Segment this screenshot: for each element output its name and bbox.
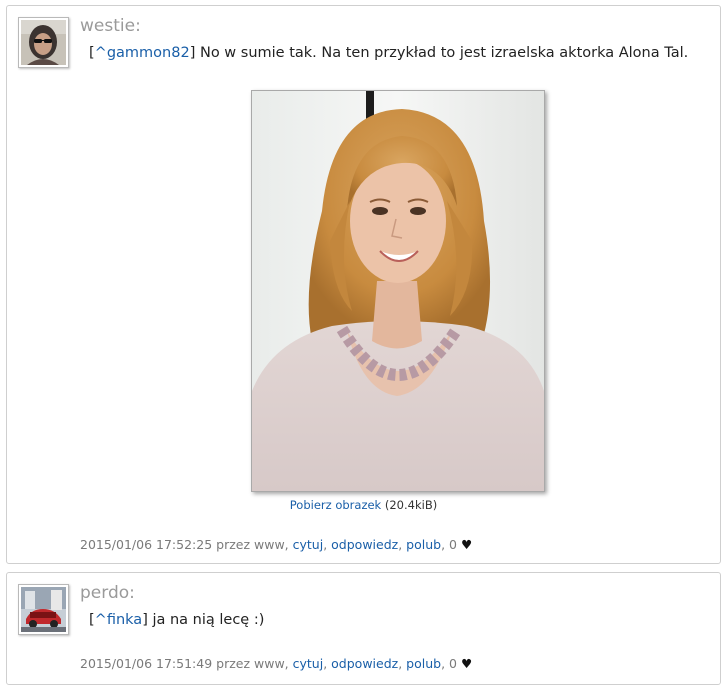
- avatar[interactable]: [18, 584, 69, 635]
- file-size: (20.4kiB): [381, 498, 438, 512]
- post-message: No w sumie tak. Na ten przykład to jest …: [195, 45, 689, 61]
- attached-image[interactable]: [251, 90, 545, 492]
- avatar[interactable]: [18, 17, 69, 68]
- post-meta: 2015/01/06 17:52:25 przez www, cytuj, od…: [80, 537, 473, 552]
- download-info: Pobierz obrazek (20.4kiB): [7, 498, 720, 512]
- heart-icon: ♥: [460, 537, 473, 552]
- mention-link[interactable]: ^finka: [95, 612, 143, 628]
- comment-post: westie: [^gammon82] No w sumie tak. Na t…: [6, 5, 721, 564]
- post-date: 2015/01/06 17:52:25 przez www,: [80, 537, 293, 552]
- photo-portrait-icon: [252, 91, 544, 491]
- quote-link[interactable]: cytuj: [293, 537, 324, 552]
- quote-link[interactable]: cytuj: [293, 656, 324, 671]
- like-count: 0: [449, 656, 457, 671]
- post-text: [^finka] ja na nią lecę :): [89, 612, 265, 628]
- user-avatar-icon: [21, 20, 66, 65]
- reply-link[interactable]: odpowiedz: [331, 656, 398, 671]
- download-image-link[interactable]: Pobierz obrazek: [290, 498, 381, 512]
- like-count: 0: [449, 537, 457, 552]
- like-link[interactable]: polub: [406, 537, 441, 552]
- post-date: 2015/01/06 17:51:49 przez www,: [80, 656, 293, 671]
- user-avatar-icon: [21, 587, 66, 632]
- heart-icon: ♥: [460, 656, 473, 671]
- username[interactable]: perdo:: [80, 583, 135, 603]
- mention-link[interactable]: ^gammon82: [95, 45, 190, 61]
- like-link[interactable]: polub: [406, 656, 441, 671]
- username[interactable]: westie:: [80, 16, 141, 36]
- reply-link[interactable]: odpowiedz: [331, 537, 398, 552]
- post-message: ja na nią lecę :): [147, 612, 265, 628]
- post-meta: 2015/01/06 17:51:49 przez www, cytuj, od…: [80, 656, 473, 671]
- post-text: [^gammon82] No w sumie tak. Na ten przyk…: [89, 45, 689, 61]
- comment-post: perdo: [^finka] ja na nią lecę :) 2015/0…: [6, 572, 721, 685]
